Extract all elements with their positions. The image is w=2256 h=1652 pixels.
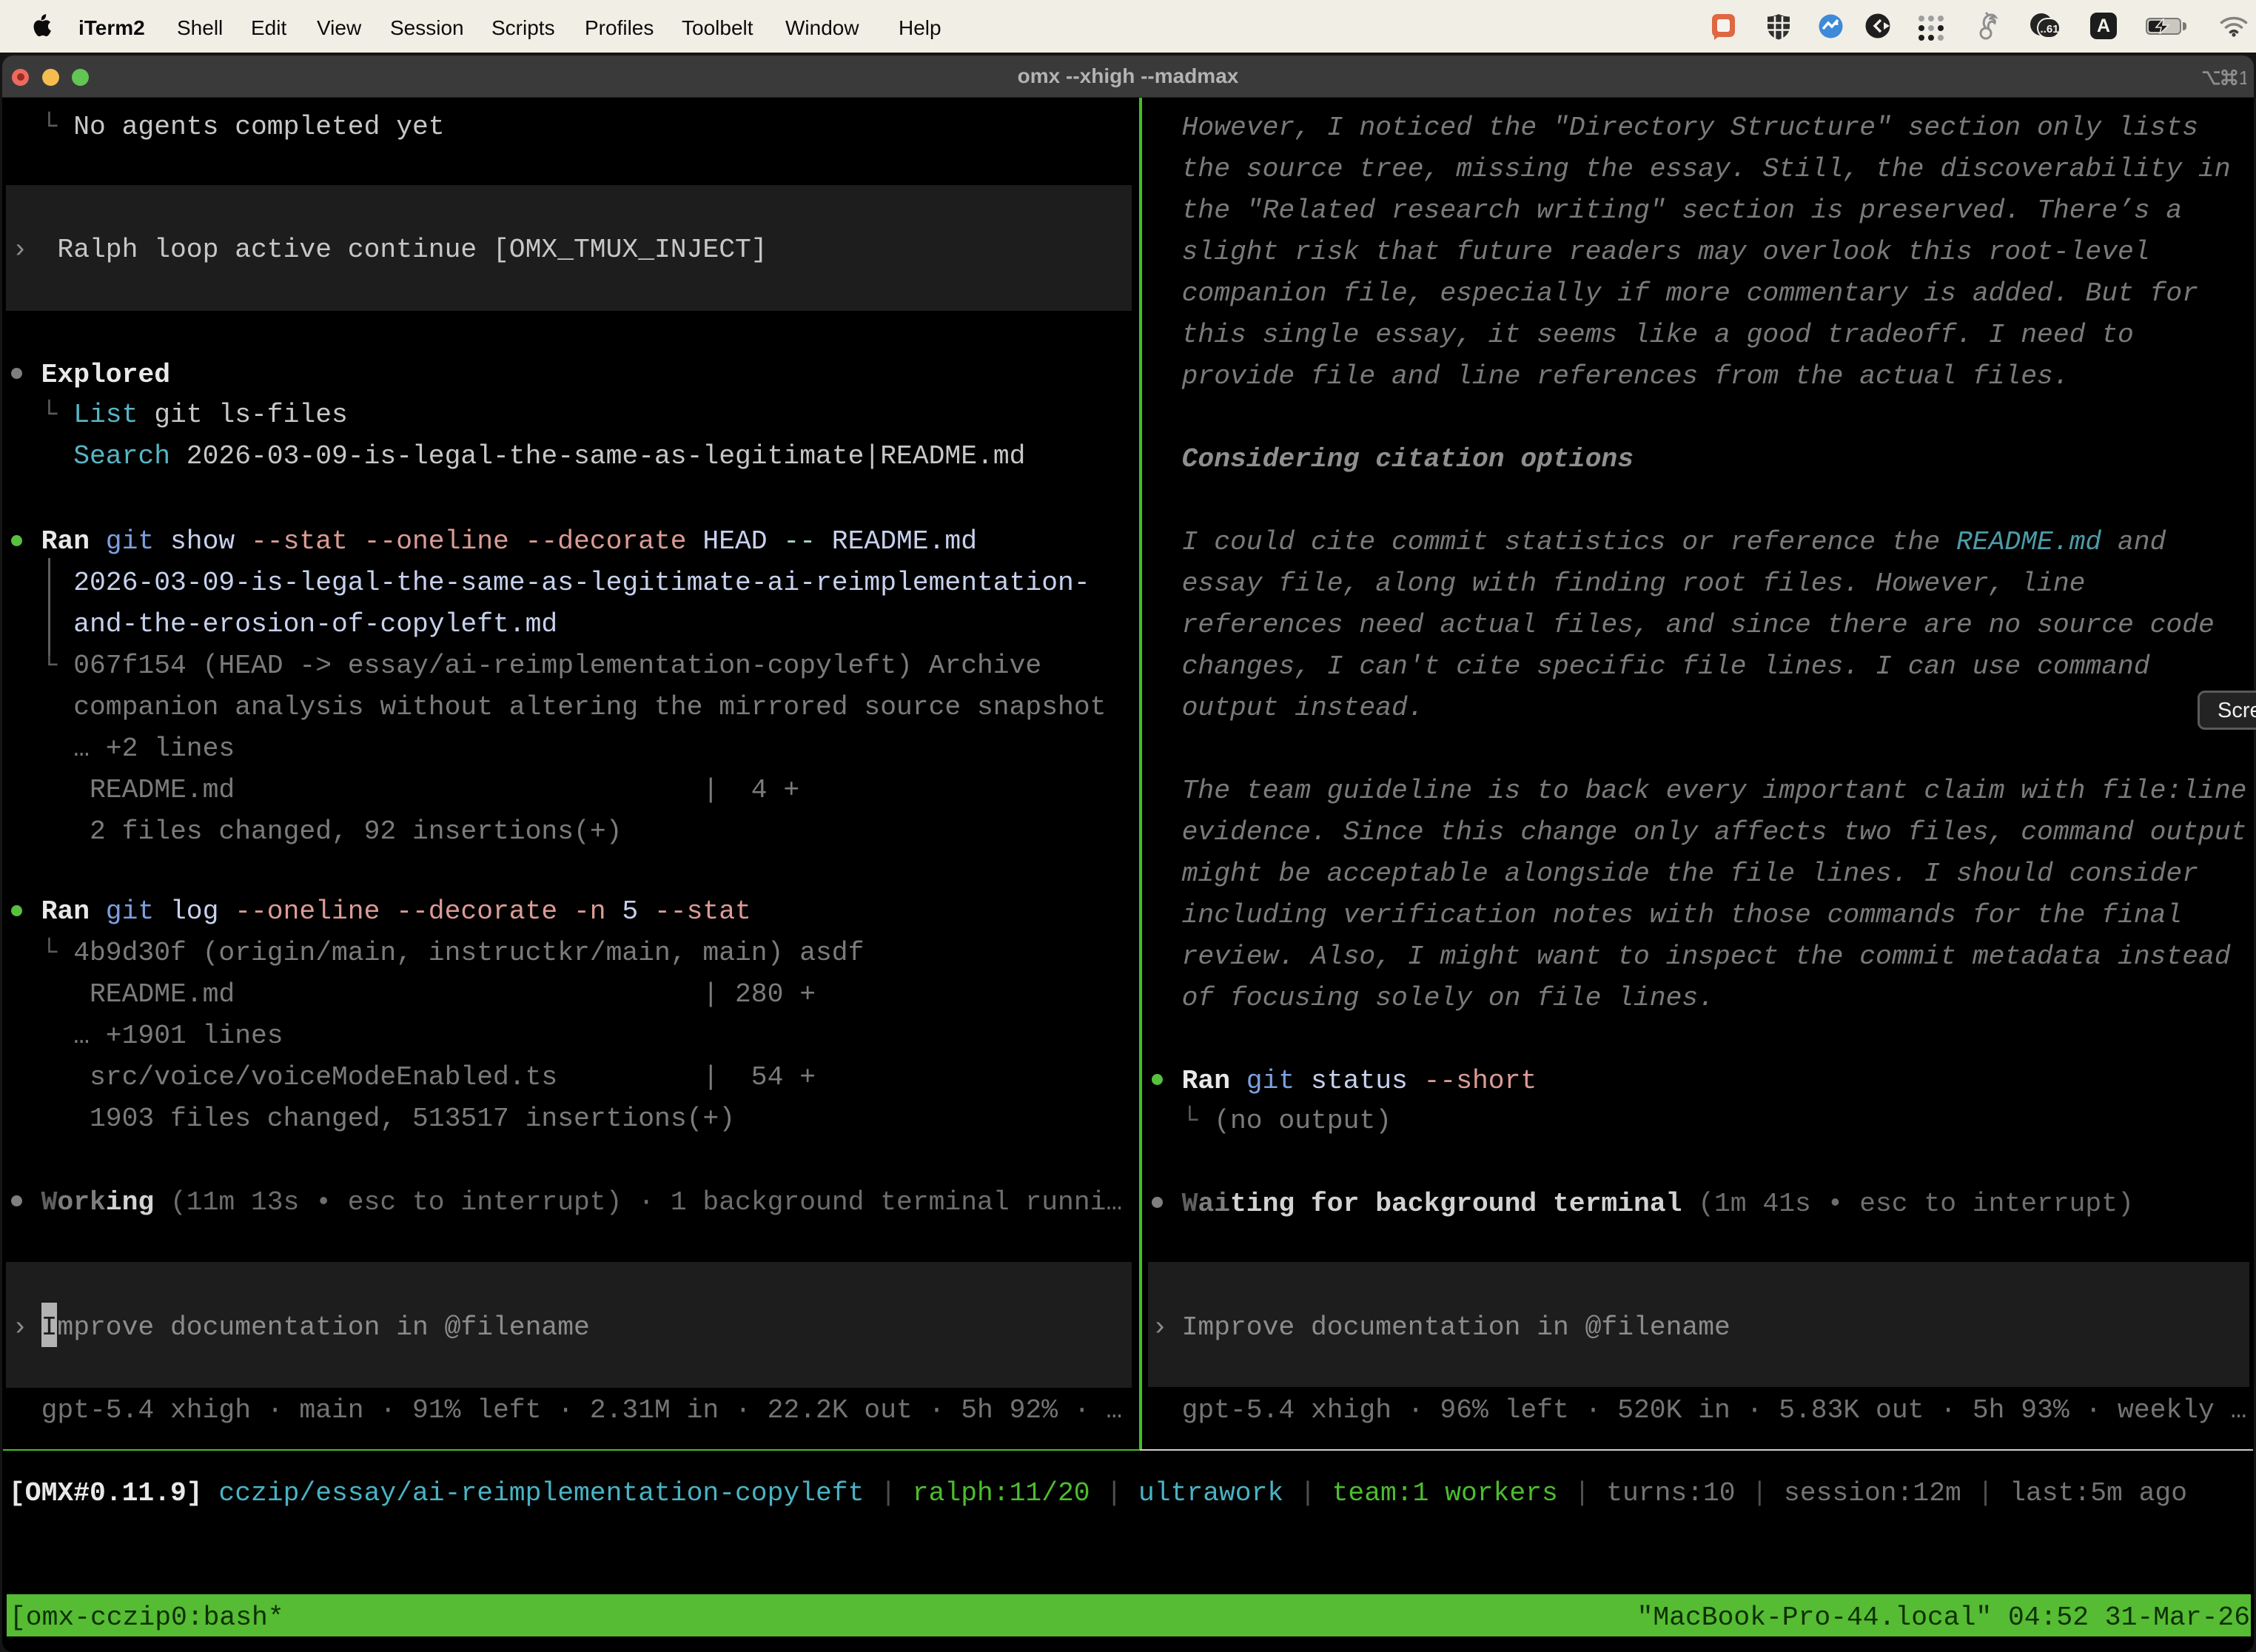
svg-text:1: 1	[2239, 68, 2246, 89]
